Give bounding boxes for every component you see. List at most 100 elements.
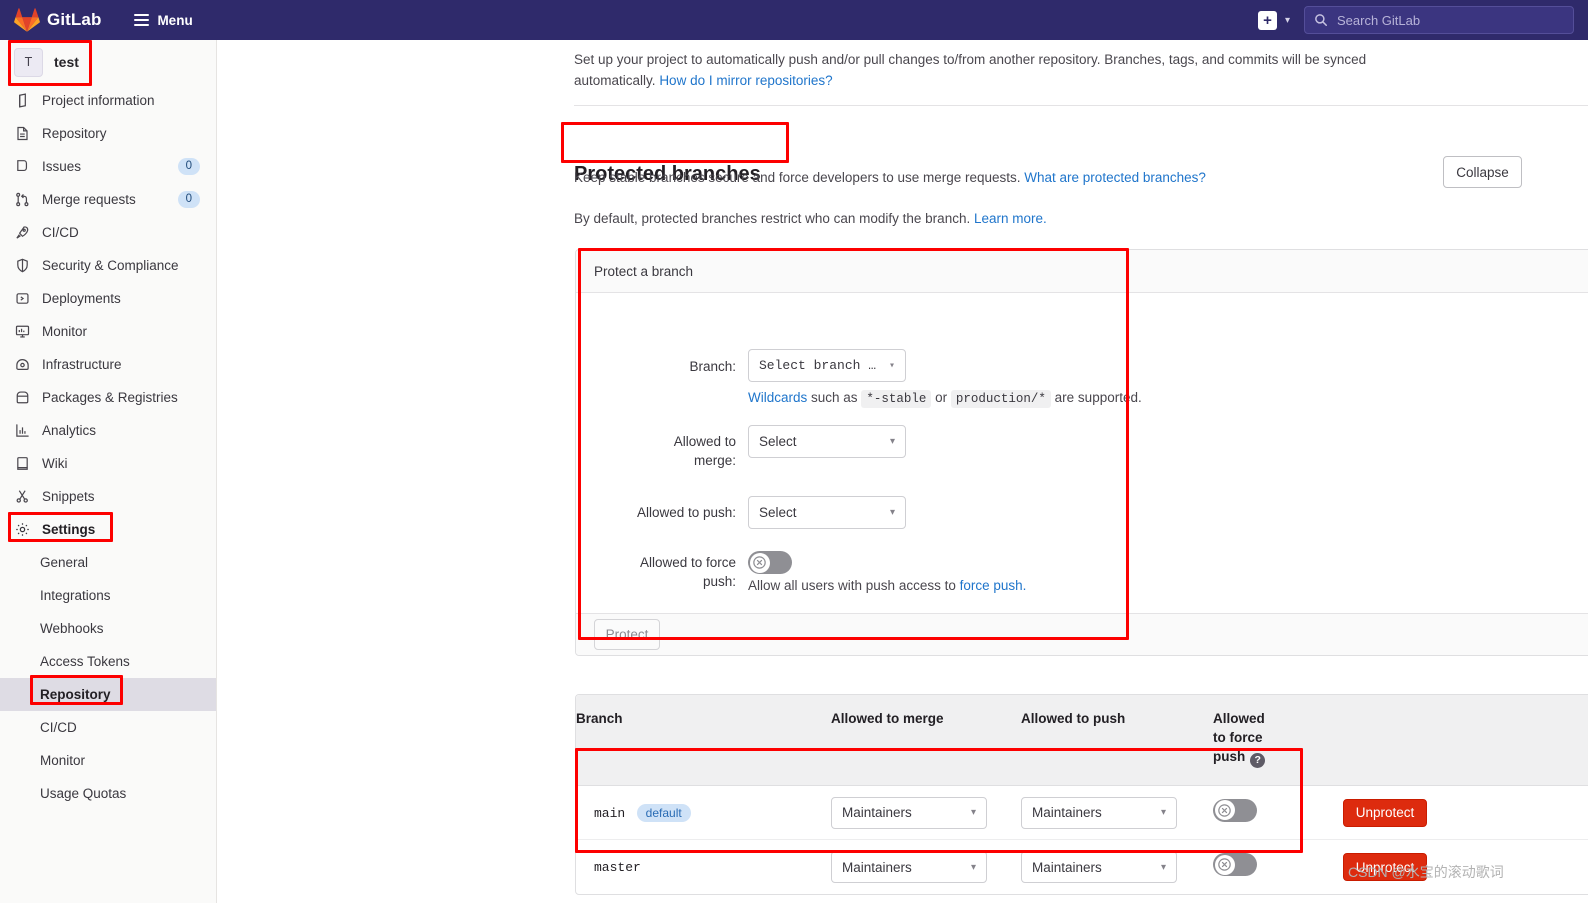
sidebar-item-merge-requests[interactable]: Merge requests 0 [0, 183, 216, 216]
branch-name: main [594, 805, 626, 821]
push-label-text: Allowed to push: [636, 505, 736, 520]
toggle-knob [1214, 854, 1235, 875]
force-header-line2: to force [1213, 730, 1263, 745]
sidebar-subitem-cicd[interactable]: CI/CD [0, 711, 216, 744]
subtitle-text: Keep stable branches secure and force de… [574, 170, 1021, 185]
sidebar-subitem-access-tokens[interactable]: Access Tokens [0, 645, 216, 678]
row-allowed-to-merge-select[interactable]: Maintainers ▾ [831, 796, 987, 829]
sidebar-subitem-usage-quotas[interactable]: Usage Quotas [0, 777, 216, 810]
subitem-label: Usage Quotas [40, 786, 127, 801]
sidebar-item-analytics[interactable]: Analytics [0, 414, 216, 447]
sidebar-subitem-general[interactable]: General [0, 546, 216, 579]
allowed-to-push-select[interactable]: Select ▾ [748, 496, 906, 529]
wildcards-link[interactable]: Wildcards [748, 390, 807, 405]
branch-select[interactable]: Select branch … ▾ [748, 349, 906, 382]
sidebar-item-infrastructure[interactable]: Infrastructure [0, 348, 216, 381]
analytics-icon [14, 422, 31, 439]
merge-value: Maintainers [842, 805, 912, 820]
plus-icon[interactable]: + [1257, 10, 1277, 30]
sidebar-item-security-compliance[interactable]: Security & Compliance [0, 249, 216, 282]
gitlab-logo-icon[interactable] [14, 7, 40, 33]
force-push-toggle[interactable] [748, 551, 792, 574]
row-action-cell: Unprotect [1343, 798, 1588, 827]
merge-label-line2: merge: [693, 453, 736, 468]
row-force-push-toggle[interactable] [1213, 798, 1257, 822]
card-title: Protect a branch [594, 263, 694, 279]
learn-more-link[interactable]: Learn more. [974, 211, 1047, 226]
sidebar-item-repository[interactable]: Repository [0, 117, 216, 150]
sidebar-item-settings[interactable]: Settings [0, 513, 216, 546]
sidebar-item-monitor[interactable]: Monitor [0, 315, 216, 348]
sidebar-subitem-monitor[interactable]: Monitor [0, 744, 216, 777]
protect-branch-card-footer: Protect [576, 613, 1588, 655]
branch-label-text: Branch: [689, 359, 736, 374]
force-push-link[interactable]: force push. [960, 578, 1027, 593]
table-header-row: Branch Allowed to merge Allowed to push … [576, 695, 1588, 786]
sidebar-item-wiki[interactable]: Wiki [0, 447, 216, 480]
help-question-icon[interactable]: ? [1250, 753, 1266, 768]
unprotect-button[interactable]: Unprotect [1343, 798, 1427, 827]
chevron-down-icon[interactable]: ▾ [1285, 15, 1290, 26]
chevron-down-icon: ▾ [970, 861, 976, 873]
shield-icon [14, 257, 31, 274]
sidebar-subitem-webhooks[interactable]: Webhooks [0, 612, 216, 645]
chevron-down-icon: ▾ [1160, 807, 1166, 818]
note-text: By default, protected branches restrict … [574, 211, 971, 226]
sidebar-item-label: Wiki [42, 456, 68, 471]
top-navigation-bar: GitLab Menu + ▾ [0, 0, 1588, 40]
sidebar-subitem-integrations[interactable]: Integrations [0, 579, 216, 612]
hamburger-icon [134, 14, 150, 26]
subitem-label: CI/CD [40, 720, 77, 735]
allowed-to-merge-select[interactable]: Select ▾ [748, 425, 906, 458]
package-icon [14, 389, 31, 406]
table-row: main default Maintainers ▾ Maintainers ▾ [576, 786, 1588, 840]
sidebar-item-label: Security & Compliance [42, 258, 179, 273]
search-box[interactable] [1304, 6, 1574, 34]
row-allowed-to-push-select[interactable]: Maintainers ▾ [1021, 851, 1177, 883]
push-select-value: Select [759, 505, 797, 520]
gear-icon [14, 521, 31, 538]
sidebar-item-label: Monitor [42, 324, 88, 339]
gitlab-protected-branches-page: GitLab Menu + ▾ T test [0, 0, 1588, 903]
toggle-knob [749, 552, 770, 573]
protect-branch-card-header: Protect a branch [576, 250, 1588, 293]
allowed-to-merge-label: Allowed to merge: [616, 432, 736, 470]
force-help-text: Allow all users with push access to [748, 578, 956, 593]
default-badge: default [636, 803, 691, 822]
row-allowed-to-merge-select[interactable]: Maintainers ▾ [831, 851, 987, 883]
wiki-icon [14, 455, 31, 472]
main-content: Set up your project to automatically pus… [217, 40, 1588, 903]
row-force-push-toggle[interactable] [1213, 853, 1257, 876]
sidebar-item-cicd[interactable]: CI/CD [0, 216, 216, 249]
sidebar-item-label: Analytics [42, 423, 97, 438]
push-value: Maintainers [1032, 859, 1102, 875]
collapse-button[interactable]: Collapse [1443, 156, 1522, 188]
table-header-allowed-to-force-push: Allowed to force push? [1213, 695, 1343, 785]
sidebar-item-snippets[interactable]: Snippets [0, 480, 216, 513]
sidebar-project-header[interactable]: T test [0, 40, 216, 84]
protect-button[interactable]: Protect [594, 619, 660, 650]
infrastructure-icon [14, 356, 31, 373]
force-header-line1: Allowed [1213, 711, 1265, 726]
sidebar-item-issues[interactable]: Issues 0 [0, 150, 216, 183]
row-merge-cell: Maintainers ▾ [831, 796, 1021, 829]
force-push-help: Allow all users with push access to forc… [748, 578, 1026, 593]
sidebar-item-project-information[interactable]: Project information [0, 84, 216, 117]
protected-branches-subtitle: Keep stable branches secure and force de… [574, 170, 1206, 185]
table-header-actions [1343, 695, 1588, 785]
top-nav-right: + ▾ [1257, 6, 1588, 34]
row-allowed-to-push-select[interactable]: Maintainers ▾ [1021, 796, 1177, 829]
sidebar-item-packages-registries[interactable]: Packages & Registries [0, 381, 216, 414]
search-input[interactable] [1335, 11, 1564, 29]
sidebar-subitem-repository[interactable]: Repository [0, 678, 216, 711]
mirror-help-link[interactable]: How do I mirror repositories? [659, 73, 832, 88]
wildcards-mid: such as [811, 390, 858, 405]
project-avatar: T [14, 47, 43, 77]
mirror-description-line2: automatically. [574, 73, 656, 88]
what-are-protected-branches-link[interactable]: What are protected branches? [1024, 170, 1206, 185]
issues-icon [14, 158, 31, 175]
sidebar-item-deployments[interactable]: Deployments [0, 282, 216, 315]
table-header-allowed-to-push: Allowed to push [1021, 711, 1126, 726]
menu-button[interactable]: Menu [127, 8, 199, 33]
sidebar-item-label: Packages & Registries [42, 390, 178, 405]
